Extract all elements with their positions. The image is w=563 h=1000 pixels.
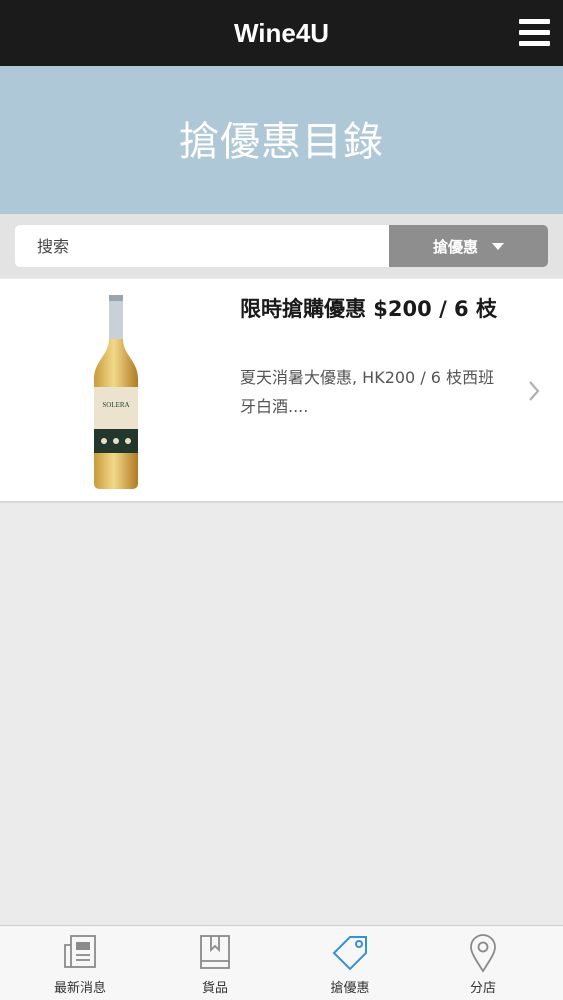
tab-products[interactable]: 貨品 (145, 926, 285, 1000)
app-title: Wine4U (233, 18, 330, 48)
wine-bottle-image: SOLERA (94, 295, 138, 489)
top-navbar: Wine4U (0, 0, 563, 66)
caret-down-icon (492, 242, 504, 250)
price-tag-icon (332, 936, 367, 971)
list-item[interactable]: SOLERA 限時搶購優惠 $200 / 6 枝 夏天消暑大優惠, HK200 … (0, 279, 563, 503)
page-banner: 搶優惠目錄 (0, 66, 563, 214)
item-title: 限時搶購優惠 $200 / 6 枝 (240, 297, 497, 321)
book-icon (200, 935, 230, 969)
category-filter-dropdown[interactable]: 搶優惠 (389, 225, 548, 267)
bottom-tab-bar: 最新消息 貨品 搶優惠 分店 (0, 925, 563, 1000)
tab-label: 搶優惠 (330, 981, 370, 996)
bottle-label: SOLERA (102, 401, 129, 409)
page-title: 搶優惠目錄 (179, 119, 384, 165)
tab-label: 貨品 (201, 981, 228, 996)
tab-stores[interactable]: 分店 (413, 926, 553, 1000)
map-pin-icon (470, 934, 496, 973)
search-bar: 搶優惠 (0, 214, 563, 278)
tab-label: 最新消息 (53, 981, 106, 996)
chevron-right-icon (529, 381, 540, 401)
filter-label: 搶優惠 (432, 237, 478, 256)
item-description: 夏天消暑大優惠, HK200 / 6 枝西班牙白酒.... (240, 368, 495, 416)
tab-label: 分店 (469, 981, 496, 996)
tab-deals[interactable]: 搶優惠 (280, 926, 420, 1000)
search-input[interactable] (15, 225, 389, 267)
newspaper-icon (64, 935, 96, 968)
hamburger-menu-icon[interactable] (519, 19, 550, 46)
tab-news[interactable]: 最新消息 (10, 926, 150, 1000)
